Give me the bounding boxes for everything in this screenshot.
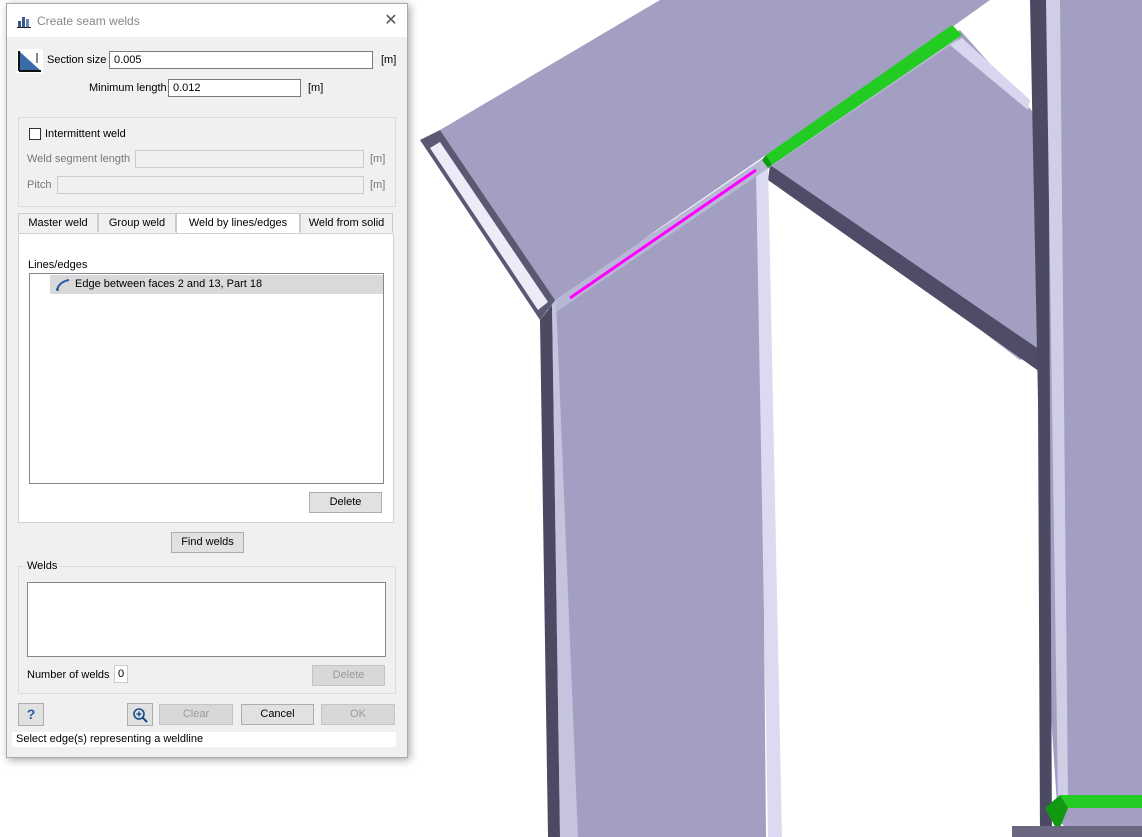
list-item[interactable]: Edge between faces 2 and 13, Part 18: [50, 275, 383, 294]
weld-green-bottom[interactable]: [1060, 795, 1142, 808]
tab-weld-by-lines-edges[interactable]: Weld by lines/edges: [176, 213, 300, 234]
close-icon[interactable]: ✕: [379, 10, 403, 32]
welds-group-label: Welds: [25, 560, 60, 572]
section-size-input[interactable]: [109, 51, 373, 69]
section-size-label: Section size: [47, 54, 107, 66]
tab-panel-lines-edges: Lines/edges Edge between faces 2 and 13,…: [18, 233, 394, 523]
tab-master-weld[interactable]: Master weld: [18, 213, 98, 232]
seam-weld-app-icon: [17, 17, 31, 28]
status-bar: Select edge(s) representing a weldline: [12, 732, 396, 747]
welds-list[interactable]: [27, 582, 386, 657]
tab-weld-from-solid[interactable]: Weld from solid: [300, 213, 393, 232]
section-size-unit: [m]: [381, 54, 397, 66]
dialog-titlebar[interactable]: Create seam welds ✕: [7, 4, 407, 37]
create-seam-welds-dialog: Create seam welds ✕ Section size [m] Min…: [6, 3, 408, 758]
cancel-button[interactable]: Cancel: [241, 704, 314, 725]
pitch-input[interactable]: [57, 176, 364, 194]
pitch-label: Pitch: [27, 179, 52, 191]
clear-button[interactable]: Clear: [159, 704, 233, 725]
dialog-title: Create seam welds: [37, 14, 140, 28]
zoom-in-icon: [133, 708, 148, 723]
ok-button[interactable]: OK: [321, 704, 395, 725]
minimum-length-unit: [m]: [308, 82, 324, 94]
pitch-unit: [m]: [370, 179, 386, 191]
tab-group-weld[interactable]: Group weld: [98, 213, 176, 232]
intermittent-weld-label: Intermittent weld: [45, 128, 126, 140]
weld-segment-length-label: Weld segment length: [27, 153, 131, 165]
number-of-welds-label: Number of welds: [27, 669, 110, 681]
lines-edges-list[interactable]: Edge between faces 2 and 13, Part 18: [29, 273, 384, 484]
edge-curve-icon: [56, 279, 70, 291]
weld-segment-length-unit: [m]: [370, 153, 386, 165]
help-icon: ?: [26, 706, 36, 722]
weld-segment-length-input[interactable]: [135, 150, 364, 168]
lines-edges-item-text: Edge between faces 2 and 13, Part 18: [75, 278, 263, 290]
lines-edges-delete-button[interactable]: Delete: [309, 492, 382, 513]
find-welds-button[interactable]: Find welds: [171, 532, 244, 553]
zoom-button[interactable]: [127, 703, 153, 726]
number-of-welds-value: 0: [114, 665, 128, 683]
section-size-icon: [17, 49, 43, 73]
intermittent-weld-checkbox[interactable]: [29, 128, 41, 140]
minimum-length-label: Minimum length: [89, 82, 167, 94]
welds-delete-button[interactable]: Delete: [312, 665, 385, 686]
minimum-length-input[interactable]: [168, 79, 301, 97]
help-button[interactable]: ?: [18, 703, 44, 726]
lines-edges-label: Lines/edges: [28, 259, 88, 271]
base-plate: [1012, 826, 1142, 837]
